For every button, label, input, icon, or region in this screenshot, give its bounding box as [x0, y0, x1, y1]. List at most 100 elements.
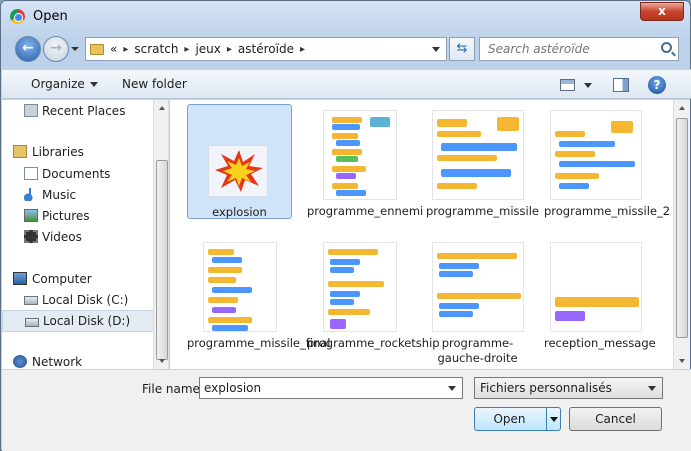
recent-locations-dropdown[interactable] — [71, 47, 79, 51]
sidebar-item-local-disk-c[interactable]: Local Disk (C:) — [2, 289, 154, 311]
sidebar-item-label: Local Disk (C:) — [42, 293, 129, 307]
breadcrumb-jeux[interactable]: jeux — [195, 42, 220, 56]
preview-pane-icon[interactable] — [613, 78, 629, 92]
file-name: programme-gauche-droite — [437, 336, 518, 365]
sidebar-item-label: Computer — [32, 272, 92, 286]
file-name-value[interactable]: explosion — [204, 381, 261, 395]
chevron-down-icon[interactable] — [648, 386, 656, 391]
file-item-programme-missile-2[interactable]: programme_missile_2 — [544, 104, 671, 219]
organize-label: Organize — [31, 77, 85, 91]
pictures-icon — [24, 209, 38, 222]
sidebar-item-music[interactable]: Music — [2, 184, 154, 206]
file-name: programme_missile_2 — [544, 204, 671, 218]
search-input[interactable] — [486, 41, 656, 57]
scroll-down-icon[interactable] — [159, 359, 165, 363]
chevron-right-icon[interactable]: ▸ — [184, 44, 189, 55]
open-button[interactable]: Open — [474, 407, 561, 431]
close-button[interactable]: x — [640, 2, 684, 21]
scroll-down-icon[interactable] — [679, 359, 685, 363]
file-name: reception_message — [544, 336, 656, 350]
explosion-icon — [215, 150, 263, 192]
sidebar-item-videos[interactable]: Videos — [2, 226, 154, 248]
path-overflow-marker[interactable]: « — [110, 42, 117, 56]
sidebar-item-label: Music — [42, 188, 77, 202]
file-list: explosion programme_ennemi programme_mis… — [170, 100, 673, 369]
scratch-thumbnail — [432, 110, 524, 200]
sidebar-item-recent-places[interactable]: Recent Places — [2, 100, 154, 122]
breadcrumb-scratch[interactable]: scratch — [134, 42, 178, 56]
scratch-thumbnail — [323, 110, 397, 200]
chevron-right-icon[interactable]: ▸ — [227, 44, 232, 55]
organize-button[interactable]: Organize — [31, 77, 98, 91]
disk-icon — [25, 318, 39, 327]
sidebar-item-pictures[interactable]: Pictures — [2, 205, 154, 227]
search-box — [479, 37, 679, 61]
open-options-dropdown[interactable] — [546, 408, 560, 430]
documents-icon — [24, 167, 38, 180]
address-history-dropdown[interactable] — [432, 47, 440, 52]
music-icon — [24, 188, 38, 201]
scroll-up-icon[interactable] — [159, 106, 165, 110]
forward-button[interactable]: → — [43, 36, 69, 62]
file-item-programme-missile-final[interactable]: programme_missile_final — [187, 236, 331, 351]
file-name: programme_rocketship — [307, 336, 440, 350]
navigation-pane: Recent Places Libraries Documents Music … — [2, 100, 169, 369]
file-name-field[interactable]: explosion — [199, 377, 463, 399]
address-bar[interactable]: « ▸ scratch ▸ jeux ▸ astéroïde ▸ — [85, 37, 447, 61]
chevron-right-icon: ▸ — [123, 43, 129, 55]
file-item-programme-rocketship[interactable]: programme_rocketship — [307, 236, 440, 351]
file-name: explosion — [212, 205, 267, 219]
file-name: programme_ennemi — [307, 204, 424, 218]
new-folder-button[interactable]: New folder — [122, 77, 187, 91]
sidebar-item-label: Local Disk (D:) — [43, 314, 131, 328]
refresh-button[interactable]: ⇆ — [449, 37, 475, 61]
scratch-thumbnail — [203, 242, 277, 332]
file-name-history-dropdown[interactable] — [448, 386, 456, 391]
disk-icon — [24, 296, 38, 305]
scroll-up-icon[interactable] — [679, 106, 685, 110]
file-item-programme-ennemi[interactable]: programme_ennemi — [307, 104, 424, 219]
videos-icon — [24, 230, 38, 243]
open-label: Open — [493, 412, 526, 426]
scratch-thumbnail — [550, 110, 642, 200]
folder-icon — [90, 43, 104, 55]
sidebar-item-documents[interactable]: Documents — [2, 163, 154, 185]
navigation-bar: ← → « ▸ scratch ▸ jeux ▸ astéroïde ▸ ⇆ — [9, 35, 685, 65]
search-icon[interactable] — [661, 42, 672, 53]
sidebar-item-label: Network — [32, 355, 83, 369]
file-list-scroll-thumb[interactable] — [676, 118, 688, 338]
scratch-thumbnail — [550, 242, 642, 332]
back-button[interactable]: ← — [15, 36, 41, 62]
sidebar-scroll-thumb[interactable] — [156, 160, 168, 360]
cancel-button[interactable]: Cancel — [569, 407, 662, 431]
change-view-icon[interactable] — [560, 79, 575, 91]
sidebar-item-libraries[interactable]: Libraries — [2, 141, 154, 163]
file-type-select[interactable]: Fichiers personnalisés — [474, 377, 663, 399]
chevron-down-icon — [89, 82, 98, 87]
scratch-thumbnail — [432, 242, 524, 332]
file-name: programme_missile — [426, 204, 539, 218]
breadcrumb-asteroide[interactable]: astéroïde — [238, 42, 294, 56]
help-icon[interactable]: ? — [648, 76, 666, 94]
title-bar: Open x — [1, 1, 690, 31]
chevron-right-icon[interactable]: ▸ — [300, 44, 305, 55]
sidebar-item-label: Recent Places — [42, 104, 126, 118]
network-icon — [13, 355, 27, 368]
sidebar-item-local-disk-d[interactable]: Local Disk (D:) — [2, 310, 154, 332]
file-item-explosion[interactable]: explosion — [187, 104, 292, 219]
file-item-programme-gauche-droite[interactable]: programme-gauche-droite — [426, 236, 531, 365]
file-item-reception-message[interactable]: reception_message — [544, 236, 656, 351]
sidebar-item-label: Videos — [42, 230, 82, 244]
sidebar-item-network[interactable]: Network — [2, 351, 154, 369]
recent-places-icon — [24, 104, 38, 117]
file-list-scrollbar[interactable] — [673, 100, 690, 369]
chrome-icon — [10, 9, 25, 24]
sidebar-item-computer[interactable]: Computer — [2, 268, 154, 290]
open-dialog: Open x ← → « ▸ scratch ▸ jeux ▸ astéroïd… — [0, 0, 691, 451]
dialog-footer: File name: explosion Fichiers personnali… — [2, 369, 691, 451]
view-options-dropdown[interactable] — [584, 83, 592, 88]
sidebar-scrollbar[interactable] — [153, 100, 168, 369]
sidebar-item-label: Libraries — [32, 145, 84, 159]
file-item-programme-missile[interactable]: programme_missile — [426, 104, 539, 219]
computer-icon — [13, 272, 27, 285]
